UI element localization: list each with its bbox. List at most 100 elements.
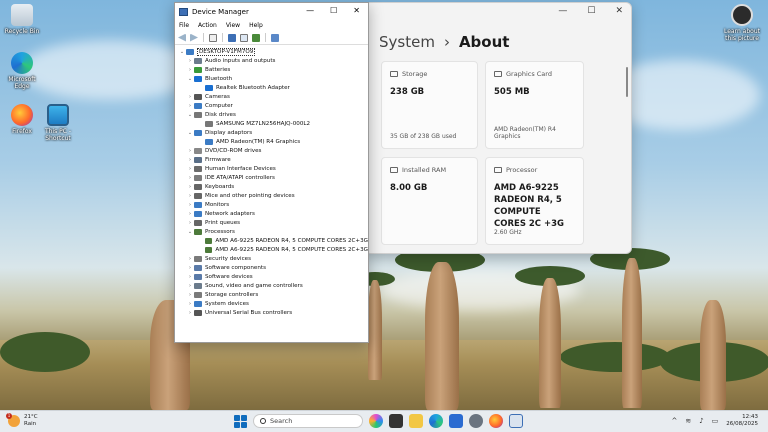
help-icon[interactable] xyxy=(240,33,248,42)
tree-category[interactable]: ⌄ Disk drives xyxy=(175,110,368,119)
chevron-right-icon[interactable]: › xyxy=(186,256,194,262)
tree-category[interactable]: ⌄ Bluetooth xyxy=(175,74,368,83)
chevron-up-icon[interactable]: ^ xyxy=(671,417,677,425)
breadcrumb-system[interactable]: System xyxy=(379,33,435,51)
copilot-icon[interactable] xyxy=(369,414,383,428)
tree-category[interactable]: › Cameras xyxy=(175,92,368,101)
menu-help[interactable]: Help xyxy=(249,22,263,29)
weather-widget[interactable]: 1 21°C Rain xyxy=(6,413,38,428)
tree-category[interactable]: › Software devices xyxy=(175,272,368,281)
tree-category[interactable]: › System devices xyxy=(175,299,368,308)
start-button[interactable] xyxy=(234,414,247,428)
desktop-icon-edge[interactable]: Microsoft Edge xyxy=(0,52,44,90)
file-explorer-icon[interactable] xyxy=(409,414,423,428)
tree-category[interactable]: ⌄ Processors xyxy=(175,227,368,236)
task-view-icon[interactable] xyxy=(389,414,403,428)
chevron-right-icon[interactable]: › xyxy=(186,283,194,289)
installed-ram-card[interactable]: Installed RAM 8.00 GB xyxy=(381,157,478,245)
chevron-right-icon[interactable]: › xyxy=(186,175,194,181)
tree-device[interactable]: SAMSUNG MZ7LN256HAJQ-000L2 xyxy=(175,119,368,128)
search-box[interactable]: Search xyxy=(253,414,363,428)
menu-file[interactable]: File xyxy=(179,22,189,29)
chevron-right-icon[interactable]: › xyxy=(186,202,194,208)
firefox-icon[interactable] xyxy=(489,414,503,428)
chevron-right-icon[interactable]: › xyxy=(186,166,194,172)
tree-device[interactable]: AMD A6-9225 RADEON R4, 5 COMPUTE CORES 2… xyxy=(175,236,368,245)
tree-category[interactable]: › IDE ATA/ATAPI controllers xyxy=(175,173,368,182)
menu-action[interactable]: Action xyxy=(198,22,217,29)
scan-hardware-icon[interactable] xyxy=(271,33,279,42)
chevron-right-icon[interactable]: › xyxy=(186,265,194,271)
settings-scrollbar[interactable] xyxy=(626,67,628,97)
desktop-icon-this-pc[interactable]: This PC - Shortcut xyxy=(36,104,80,142)
properties-icon[interactable] xyxy=(228,33,236,42)
tree-category[interactable]: › Firmware xyxy=(175,155,368,164)
chevron-down-icon[interactable]: ⌄ xyxy=(186,112,194,118)
tree-device[interactable]: Realtek Bluetooth Adapter xyxy=(175,83,368,92)
chevron-right-icon[interactable]: › xyxy=(186,58,194,64)
store-icon[interactable] xyxy=(449,414,463,428)
battery-icon[interactable]: ▭ xyxy=(712,417,719,425)
forward-icon[interactable] xyxy=(190,33,198,42)
minimize-icon[interactable]: — xyxy=(306,6,314,15)
tree-category[interactable]: › Software components xyxy=(175,263,368,272)
tree-category[interactable]: › Storage controllers xyxy=(175,290,368,299)
chevron-down-icon[interactable]: ⌄ xyxy=(186,130,194,136)
clock[interactable]: 12:43 26/08/2025 xyxy=(726,414,758,428)
graphics-card-card[interactable]: Graphics Card 505 MB AMD Radeon(TM) R4 G… xyxy=(485,61,584,149)
tree-category[interactable]: › Batteries xyxy=(175,65,368,74)
tree-category[interactable]: › Network adapters xyxy=(175,209,368,218)
tree-device[interactable]: AMD Radeon(TM) R4 Graphics xyxy=(175,137,368,146)
update-driver-icon[interactable] xyxy=(252,33,260,42)
chevron-right-icon[interactable]: › xyxy=(186,103,194,109)
chevron-right-icon[interactable]: › xyxy=(186,211,194,217)
chevron-right-icon[interactable]: › xyxy=(186,292,194,298)
chevron-right-icon[interactable]: › xyxy=(186,220,194,226)
tree-category[interactable]: › Keyboards xyxy=(175,182,368,191)
tree-category[interactable]: › Audio inputs and outputs xyxy=(175,56,368,65)
tree-category[interactable]: › DVD/CD-ROM drives xyxy=(175,146,368,155)
tree-category[interactable]: › Security devices xyxy=(175,254,368,263)
processor-card[interactable]: Processor AMD A6-9225 RADEON R4, 5 COMPU… xyxy=(485,157,584,245)
close-icon[interactable]: ✕ xyxy=(615,6,623,16)
tree-category[interactable]: › Human Interface Devices xyxy=(175,164,368,173)
volume-icon[interactable]: ♪ xyxy=(699,417,703,425)
chevron-down-icon[interactable]: ⌄ xyxy=(186,76,194,82)
chevron-right-icon[interactable]: › xyxy=(186,157,194,163)
chevron-right-icon[interactable]: › xyxy=(186,67,194,73)
chevron-right-icon[interactable]: › xyxy=(186,310,194,316)
tree-category[interactable]: › Sound, video and game controllers xyxy=(175,281,368,290)
chevron-right-icon[interactable]: › xyxy=(186,193,194,199)
maximize-icon[interactable]: ☐ xyxy=(587,6,595,16)
show-hide-tree-icon[interactable] xyxy=(209,33,217,42)
storage-card-header: Storage xyxy=(390,70,469,78)
device-manager-titlebar[interactable]: Device Manager — ☐ ✕ xyxy=(175,3,368,20)
close-icon[interactable]: ✕ xyxy=(353,6,360,15)
chevron-down-icon[interactable]: ⌄ xyxy=(186,229,194,235)
chevron-right-icon[interactable]: › xyxy=(186,274,194,280)
chevron-down-icon[interactable]: ⌄ xyxy=(178,49,186,55)
chevron-right-icon[interactable]: › xyxy=(186,148,194,154)
tree-category[interactable]: › Monitors xyxy=(175,200,368,209)
minimize-icon[interactable]: — xyxy=(558,6,567,16)
desktop-icon-learn-picture[interactable]: Learn about this picture xyxy=(720,4,764,42)
device-manager-task-icon[interactable] xyxy=(509,414,523,428)
tree-root[interactable]: ⌄ DESKTOP-V1FM7O9 xyxy=(175,47,368,56)
tree-category[interactable]: › Print queues xyxy=(175,218,368,227)
chevron-right-icon[interactable]: › xyxy=(186,94,194,100)
desktop-icon-recycle-bin[interactable]: Recycle Bin xyxy=(0,4,44,35)
tree-category[interactable]: › Computer xyxy=(175,101,368,110)
tree-category[interactable]: › Universal Serial Bus controllers xyxy=(175,308,368,317)
chevron-right-icon[interactable]: › xyxy=(186,301,194,307)
tree-category[interactable]: ⌄ Display adaptors xyxy=(175,128,368,137)
wifi-icon[interactable]: ≋ xyxy=(685,417,691,425)
tree-category[interactable]: › Mice and other pointing devices xyxy=(175,191,368,200)
settings-icon[interactable] xyxy=(469,414,483,428)
back-icon[interactable] xyxy=(178,33,186,42)
menu-view[interactable]: View xyxy=(226,22,240,29)
storage-card[interactable]: Storage 238 GB 35 GB of 238 GB used xyxy=(381,61,478,149)
edge-icon[interactable] xyxy=(429,414,443,428)
tree-device[interactable]: AMD A6-9225 RADEON R4, 5 COMPUTE CORES 2… xyxy=(175,245,368,254)
maximize-icon[interactable]: ☐ xyxy=(330,6,337,15)
chevron-right-icon[interactable]: › xyxy=(186,184,194,190)
